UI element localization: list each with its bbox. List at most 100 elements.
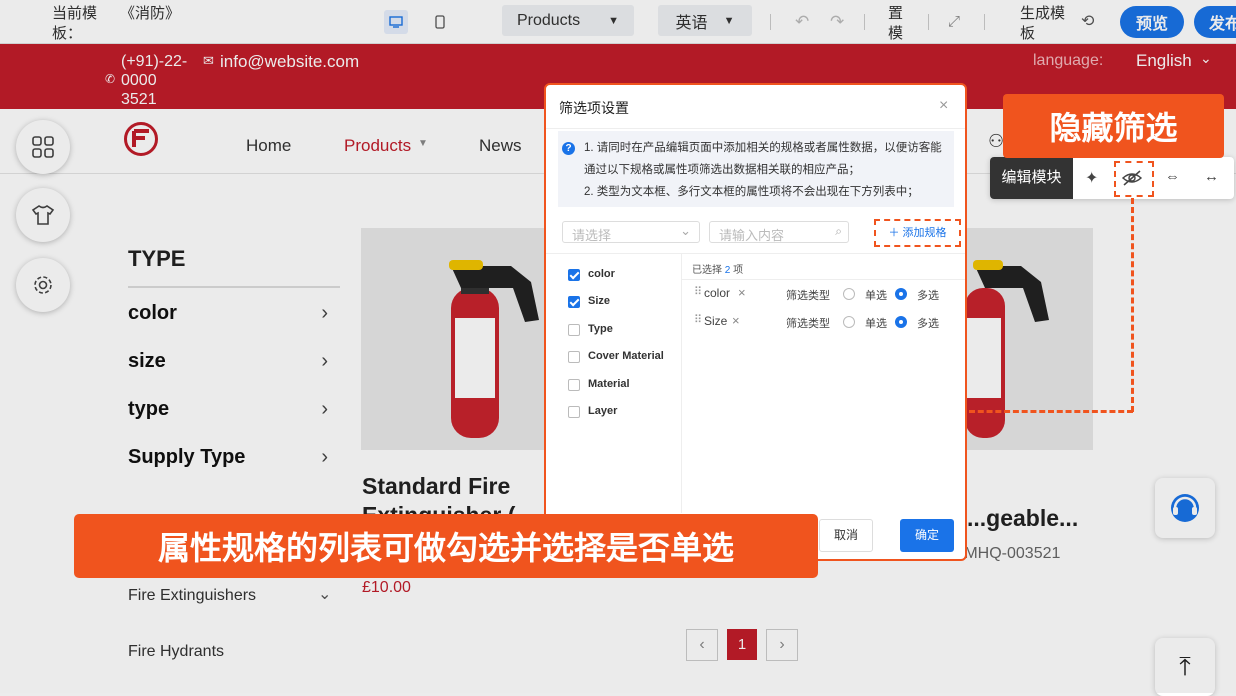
search-icon[interactable]: ⌕ (835, 224, 842, 239)
width-icon[interactable]: ↔ (1204, 168, 1219, 185)
option-label: color (588, 268, 615, 280)
remove-icon[interactable]: × (738, 285, 746, 300)
product-image[interactable] (965, 228, 1093, 450)
filter-size[interactable]: size › (128, 350, 340, 373)
user-icon[interactable]: ⚇ (988, 131, 1004, 152)
drag-handle-icon[interactable]: ⠿ (694, 285, 702, 298)
theme-shirt-icon[interactable] (16, 188, 70, 242)
nav-news[interactable]: News (479, 136, 522, 156)
multi-select-label: 多选 (917, 290, 939, 302)
back-to-top-button[interactable]: ⤒ (1155, 638, 1215, 696)
single-select-label: 单选 (865, 290, 887, 302)
confirm-button[interactable]: 确定 (900, 519, 954, 552)
chevron-down-icon[interactable]: ⌄ (318, 584, 331, 604)
add-spec-button[interactable]: ＋ 添加规格 (874, 219, 961, 247)
layout-icon[interactable]: ⇔ (1165, 168, 1180, 185)
callout-line (1131, 198, 1134, 412)
template-name: 《消防》 (120, 5, 181, 22)
product-model: ...MHQ-003521 (951, 545, 1061, 562)
module-edit-bar: 编辑模块 ✦ ⇔ ↔ (990, 157, 1234, 199)
filter-color[interactable]: color › (128, 302, 340, 325)
language-select-value: 英语 (675, 14, 708, 32)
note-line-2: 2. 类型为文本框、多行文本框的属性项将不会出现在下方列表中； (584, 186, 919, 198)
filter-label: color (128, 302, 177, 324)
search-box[interactable]: 请输入内容 ⌕ (709, 221, 849, 243)
chevron-right-icon: › (321, 302, 328, 324)
generate-template-label[interactable]: 生成模板 (1020, 4, 1076, 44)
multi-select-radio[interactable] (895, 288, 907, 300)
filter-type[interactable]: type › (128, 398, 340, 421)
phone-icon: ✆ (105, 72, 116, 86)
template-label: 当前模板： (52, 5, 98, 42)
option-checkbox-layer[interactable] (568, 406, 580, 418)
chevron-down-icon: ▼ (723, 14, 735, 27)
feature-callout-banner: 属性规格的列表可做勾选并选择是否单选 (74, 514, 818, 578)
option-checkbox-type[interactable] (568, 324, 580, 336)
filter-label: Supply Type (128, 446, 246, 468)
edit-module-label[interactable]: 编辑模块 (990, 157, 1073, 199)
settings-label[interactable]: 置模 (888, 4, 906, 44)
product-image[interactable] (361, 228, 551, 450)
redo-icon[interactable]: ↷ (830, 12, 844, 32)
language-select[interactable]: 英语 ▼ (658, 5, 752, 36)
search-input[interactable]: 请输入内容 (719, 225, 784, 244)
category-fire-extinguishers[interactable]: Fire Extinguishers (128, 587, 256, 605)
modules-icon[interactable] (16, 120, 70, 174)
option-label: Size (588, 295, 611, 307)
nav-home[interactable]: Home (246, 136, 291, 156)
chevron-down-icon: ⌄ (680, 223, 691, 238)
phone-number: (+91)-22-0000 3521 (121, 53, 188, 108)
category-fire-hydrants[interactable]: Fire Hydrants (128, 643, 224, 661)
fullscreen-icon[interactable]: ⤢ (948, 12, 960, 32)
pagination-current[interactable]: 1 (727, 629, 757, 660)
filter-supply-type[interactable]: Supply Type › (128, 446, 340, 469)
site-logo[interactable] (124, 122, 158, 156)
page-select-value: Products (516, 11, 581, 29)
mobile-view-icon[interactable] (430, 10, 450, 34)
help-icon: ? (562, 142, 575, 155)
cancel-button[interactable]: 取消 (819, 519, 873, 552)
close-icon[interactable]: × (939, 97, 948, 115)
option-checkbox-material[interactable] (568, 379, 580, 391)
pagination-prev[interactable]: ‹ (686, 629, 718, 661)
site-language-value[interactable]: English (1136, 51, 1192, 71)
selected-count-text: 已选择 2 项 (692, 261, 743, 276)
selected-prefix: 已选择 (692, 265, 722, 276)
history-icon[interactable]: ⟲ (1081, 12, 1094, 32)
divider (682, 279, 965, 280)
filter-heading: TYPE (128, 246, 186, 271)
single-select-radio[interactable] (843, 316, 855, 328)
option-checkbox-cover-material[interactable] (568, 351, 580, 363)
dialog-title: 筛选项设置 (559, 100, 629, 116)
caret-down-icon: ▼ (418, 138, 428, 149)
publish-button[interactable]: 发布 (1194, 6, 1236, 38)
option-checkbox-size[interactable] (568, 296, 580, 308)
single-select-radio[interactable] (843, 288, 855, 300)
filter-settings-dialog: 筛选项设置 × ? 1. 请同时在产品编辑页面中添加相关的规格或者属性数据，以便… (544, 83, 967, 561)
settings-gear-icon[interactable] (16, 258, 70, 312)
option-checkbox-color[interactable] (568, 269, 580, 281)
undo-icon[interactable]: ↶ (795, 12, 809, 32)
selected-item-name: color (704, 286, 731, 300)
option-label: Cover Material (588, 350, 664, 362)
product-title[interactable]: ...geable... (967, 505, 1078, 532)
hide-filter-callout: 隐藏筛选 (1003, 94, 1224, 158)
drag-handle-icon[interactable]: ⠿ (694, 313, 702, 326)
chevron-down-icon: ▼ (608, 14, 620, 27)
callout-line (969, 410, 1133, 413)
selected-item-name: Size (704, 314, 728, 328)
chevron-right-icon: › (321, 350, 328, 372)
spec-select[interactable]: 请选择 ⌄ (562, 221, 700, 243)
magic-edit-icon[interactable]: ✦ (1085, 168, 1098, 188)
preview-button[interactable]: 预览 (1120, 6, 1184, 38)
page-select[interactable]: Products ▼ (502, 5, 634, 36)
multi-select-label: 多选 (917, 318, 939, 330)
pagination-next[interactable]: › (766, 629, 798, 661)
multi-select-radio[interactable] (895, 316, 907, 328)
customer-service-button[interactable] (1155, 478, 1215, 538)
nav-products[interactable]: Products (344, 136, 411, 156)
desktop-view-icon[interactable] (384, 10, 408, 34)
remove-icon[interactable]: × (732, 313, 740, 328)
email-address[interactable]: info@website.com (220, 52, 359, 72)
chevron-down-icon[interactable]: ⌄ (1200, 50, 1212, 67)
